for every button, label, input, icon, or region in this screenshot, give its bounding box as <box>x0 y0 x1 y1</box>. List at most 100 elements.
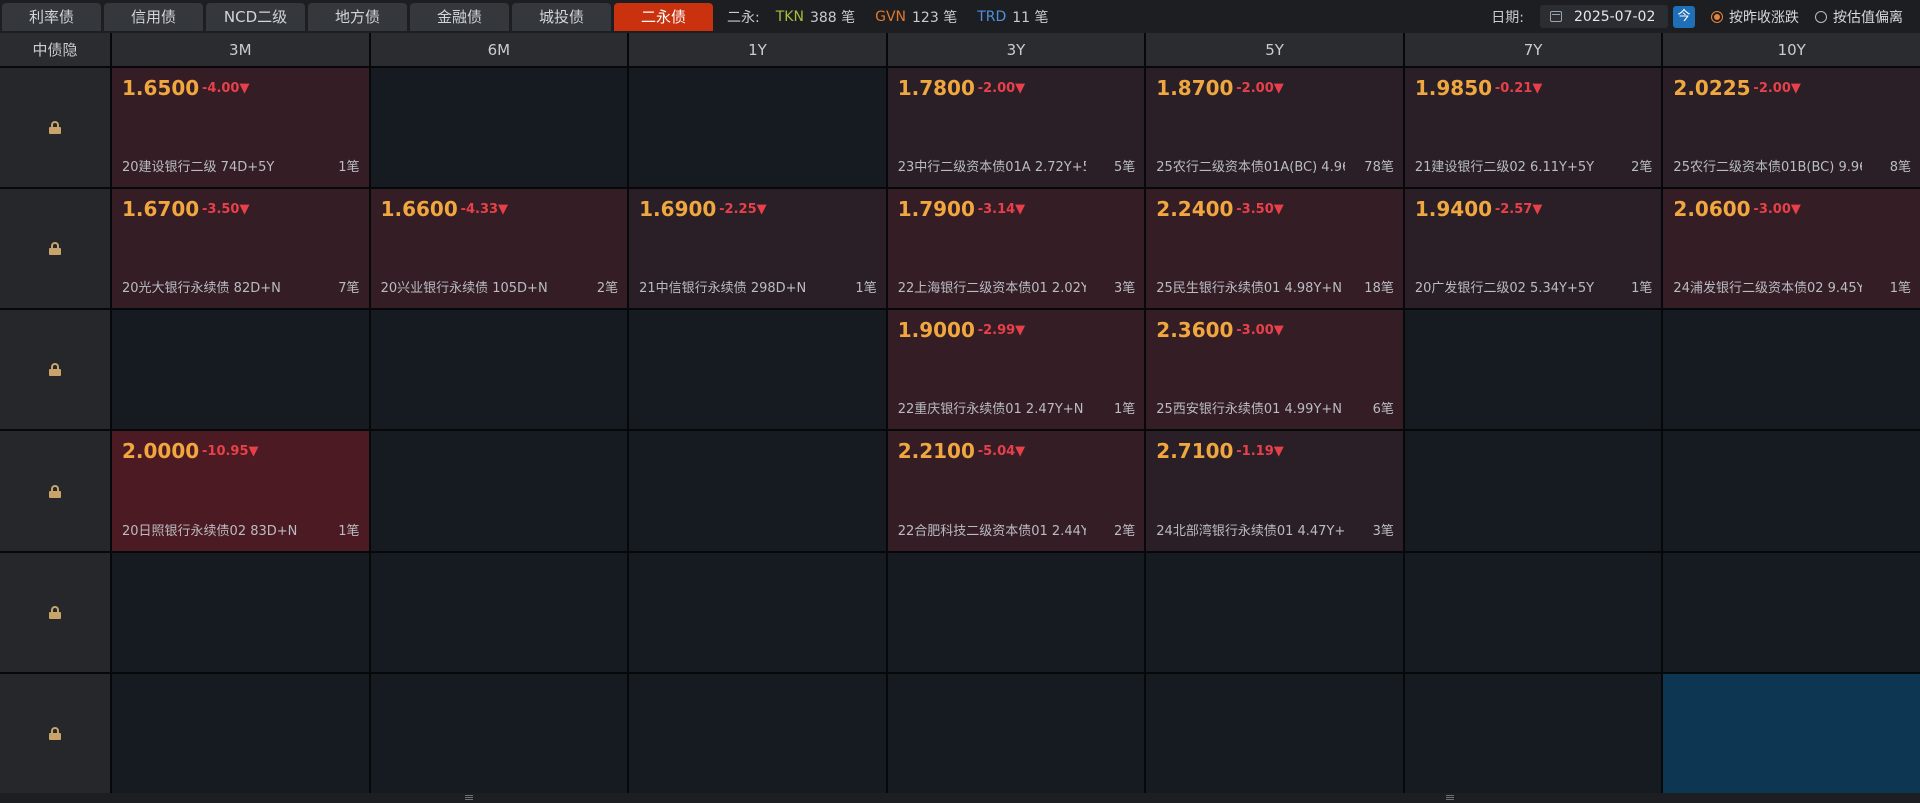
empty-cell[interactable] <box>1146 673 1403 793</box>
quote-cell[interactable]: 1.7800 -2.00▼ 23中行二级资本债01A 2.72Y+5Y 5笔 <box>887 68 1145 188</box>
quote-cell[interactable]: 1.6900 -2.25▼ 21中信银行永续债 298D+N 1笔 <box>629 189 886 309</box>
yield-value: 2.7100 <box>1156 439 1234 464</box>
date-picker[interactable]: 2025-07-02 <box>1540 5 1668 28</box>
row-lock-cell[interactable] <box>0 68 110 188</box>
lock-body <box>49 732 61 740</box>
splitter-grip-icon[interactable] <box>465 795 473 800</box>
row-lock-cell[interactable] <box>0 552 110 672</box>
trade-count: 1笔 <box>338 523 360 539</box>
tab-4[interactable]: 金融债 <box>410 3 509 31</box>
quote-cell[interactable]: 2.0225-2.00▼ 25农行二级资本债01B(BC) 9.96Y+5Y 8笔 <box>1663 68 1920 188</box>
trade-count: 8笔 <box>1889 160 1911 176</box>
lock-body <box>49 490 61 498</box>
tab-2[interactable]: NCD二级 <box>206 3 305 31</box>
yield-grid: 中债隐 3M 6M 1Y 3Y 5Y 7Y 10Y 1.6500 -4.00▼ 20建设银行二级 7… <box>0 33 1920 793</box>
yield-value: 2.0000 <box>122 439 200 464</box>
empty-cell[interactable] <box>887 673 1145 793</box>
date-controls: 日期: 2025-07-02 今 按昨收涨跌 按估值偏离 <box>1491 0 1920 33</box>
quote-cell[interactable]: 1.9850 -0.21▼ 21建设银行二级02 6.11Y+5Y 2笔 <box>1404 68 1662 188</box>
bond-name: 23中行二级资本债01A 2.72Y+5Y <box>897 160 1087 176</box>
quote-cell[interactable]: 1.9400 -2.57▼ 20广发银行二级02 5.34Y+5Y 1笔 <box>1404 189 1662 309</box>
empty-cell[interactable] <box>1404 552 1662 672</box>
quote-cell[interactable]: 1.6600 -4.33▼ 20兴业银行永续债 105D+N 2笔 <box>370 189 628 309</box>
selected-empty-cell[interactable] <box>1663 673 1920 793</box>
empty-cell[interactable] <box>112 552 369 672</box>
empty-cell[interactable] <box>1404 431 1662 551</box>
column-header-7y[interactable]: 7Y <box>1404 33 1662 66</box>
empty-cell[interactable] <box>629 673 886 793</box>
quote-cell[interactable]: 2.7100 -1.19▼ 24北部湾银行永续债01 4.47Y+N 3笔 <box>1146 431 1403 551</box>
empty-cell[interactable] <box>370 310 628 430</box>
empty-cell[interactable] <box>370 673 628 793</box>
bond-name: 20建设银行二级 74D+5Y <box>122 160 275 176</box>
column-header-3y[interactable]: 3Y <box>887 33 1145 66</box>
gvn-count: 123 笔 <box>912 9 958 26</box>
gvn-label: GVN <box>875 8 907 25</box>
quote-cell[interactable]: 2.3600 -3.00▼ 25西安银行永续债01 4.99Y+N 6笔 <box>1146 310 1403 430</box>
empty-cell[interactable] <box>629 431 886 551</box>
row-lock-cell[interactable] <box>0 673 110 793</box>
empty-cell[interactable] <box>629 552 886 672</box>
empty-cell[interactable] <box>112 310 369 430</box>
column-header-3m[interactable]: 3M <box>112 33 369 66</box>
yield-value: 2.3600 <box>1156 318 1234 343</box>
column-header-6m[interactable]: 6M <box>370 33 628 66</box>
tab-1[interactable]: 信用债 <box>104 3 203 31</box>
empty-cell[interactable] <box>629 310 886 430</box>
quote-cell[interactable]: 2.0000 -10.95▼ 20日照银行永续债02 83D+N 1笔 <box>112 431 369 551</box>
yield-change: -4.00▼ <box>202 81 250 96</box>
empty-cell[interactable] <box>629 68 886 188</box>
tab-3[interactable]: 地方债 <box>308 3 407 31</box>
empty-cell[interactable] <box>1663 552 1920 672</box>
row-lock-cell[interactable] <box>0 310 110 430</box>
quote-cell[interactable]: 1.8700-2.00▼ 25农行二级资本债01A(BC) 4.96Y+5Y 78笔 <box>1146 68 1403 188</box>
today-button[interactable]: 今 <box>1673 5 1695 28</box>
yield-value: 1.9400 <box>1414 197 1493 222</box>
sort-by-prev-close-radio[interactable]: 按昨收涨跌 <box>1711 7 1799 27</box>
column-header-5y[interactable]: 5Y <box>1146 33 1403 66</box>
splitter-grip-icon[interactable] <box>1446 795 1454 800</box>
yield-value: 1.9850 <box>1414 76 1493 100</box>
bond-name: 24北部湾银行永续债01 4.47Y+N <box>1156 523 1345 539</box>
empty-cell[interactable] <box>1663 431 1920 551</box>
yield-value: 1.6500 <box>122 76 200 100</box>
empty-cell[interactable] <box>370 552 628 672</box>
tab-5[interactable]: 城投债 <box>512 3 611 31</box>
trade-count: 6笔 <box>1372 402 1394 418</box>
radio-unselected-icon <box>1815 10 1827 23</box>
column-header-1y[interactable]: 1Y <box>629 33 886 66</box>
quote-cell[interactable]: 2.2100-5.04▼ 22合肥科技二级资本债01 2.44Y+5Y 2笔 <box>887 431 1145 551</box>
column-header-10y[interactable]: 10Y <box>1663 33 1920 66</box>
empty-cell[interactable] <box>370 68 628 188</box>
empty-cell[interactable] <box>1404 673 1662 793</box>
quote-cell[interactable]: 1.7900-3.14▼ 22上海银行二级资本债01 2.02Y+5Y 3笔 <box>887 189 1145 309</box>
quote-cell[interactable]: 1.9000 -2.99▼ 22重庆银行永续债01 2.47Y+N 1笔 <box>887 310 1145 430</box>
yield-change: -2.57▼ <box>1494 202 1543 218</box>
row-lock-cell[interactable] <box>0 189 110 309</box>
radio-label: 按昨收涨跌 <box>1729 9 1799 26</box>
quote-cell[interactable]: 2.0600-3.00▼ 24浦发银行二级资本债02 9.45Y+5Y 1笔 <box>1663 189 1920 309</box>
yield-value: 1.6600 <box>380 197 458 222</box>
grid-corner-header[interactable]: 中债隐 <box>0 33 110 66</box>
trade-count: 1笔 <box>338 160 360 176</box>
lock-icon <box>49 242 61 256</box>
horizontal-splitter[interactable] <box>0 793 1920 803</box>
tab-0[interactable]: 利率债 <box>2 3 101 31</box>
empty-cell[interactable] <box>1663 310 1920 430</box>
empty-cell[interactable] <box>370 431 628 551</box>
empty-cell[interactable] <box>1146 552 1403 672</box>
empty-cell[interactable] <box>1404 310 1662 430</box>
quote-cell[interactable]: 2.2400 -3.50▼ 25民生银行永续债01 4.98Y+N 18笔 <box>1146 189 1403 309</box>
sort-by-valuation-radio[interactable]: 按估值偏离 <box>1815 7 1903 27</box>
empty-cell[interactable] <box>887 552 1145 672</box>
yield-change: -2.00▼ <box>1236 81 1284 96</box>
row-lock-cell[interactable] <box>0 431 110 551</box>
yield-change: -3.14▼ <box>977 202 1026 218</box>
empty-cell[interactable] <box>112 673 369 793</box>
yield-change: -2.00▼ <box>977 81 1026 96</box>
tab-6[interactable]: 二永债 <box>614 3 713 31</box>
quote-cell[interactable]: 1.6500 -4.00▼ 20建设银行二级 74D+5Y 1笔 <box>112 68 369 188</box>
bond-name: 21中信银行永续债 298D+N <box>639 281 807 297</box>
quote-cell[interactable]: 1.6700 -3.50▼ 20光大银行永续债 82D+N 7笔 <box>112 189 369 309</box>
tkn-label: TKN <box>775 8 804 25</box>
